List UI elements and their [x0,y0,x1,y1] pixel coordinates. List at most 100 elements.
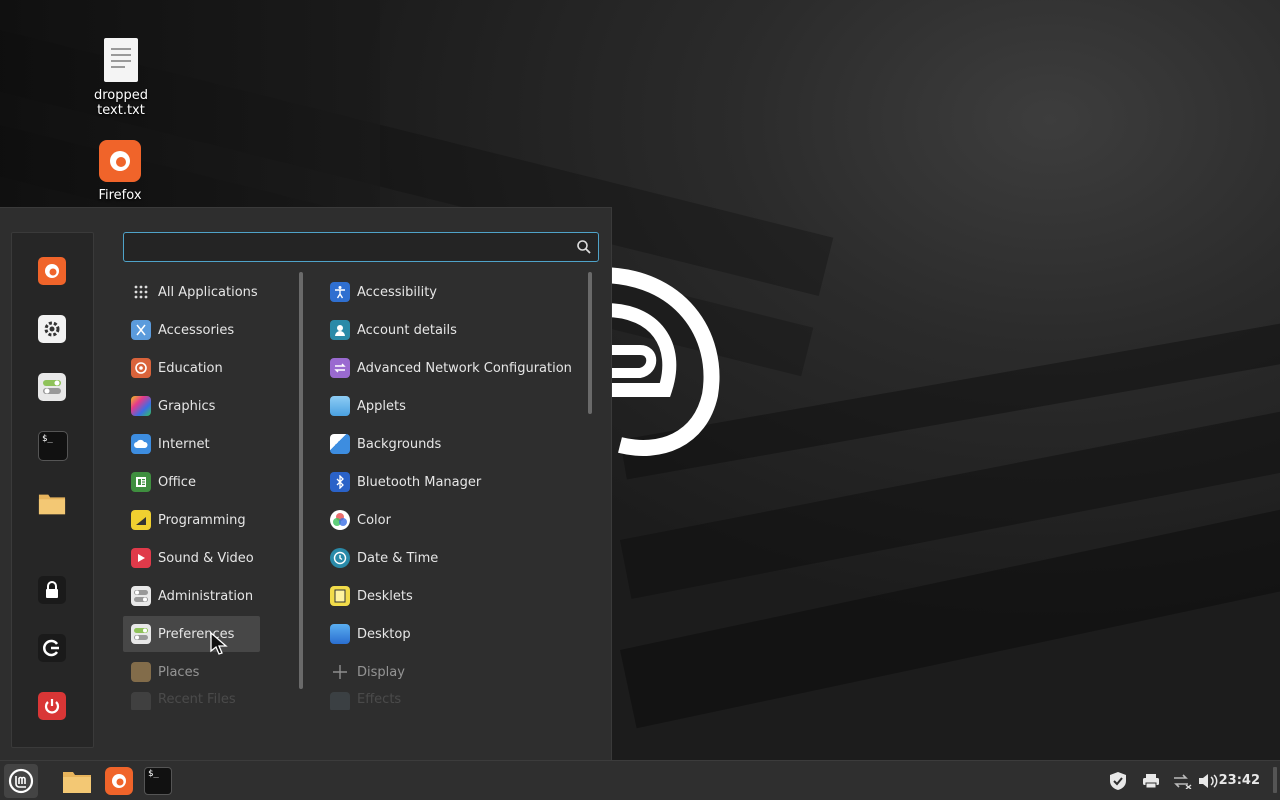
printer-icon [1143,774,1159,789]
logout-button[interactable] [38,634,66,662]
desktop-icon-firefox[interactable]: Firefox [70,140,170,203]
app-accessibility[interactable]: Accessibility [322,274,582,310]
app-display[interactable]: Display [322,654,582,690]
folder-icon [131,692,151,710]
category-programming[interactable]: Programming [123,502,260,538]
terminal-icon: $_ [144,767,172,795]
folder-icon [38,494,66,515]
logout-icon [43,639,59,657]
network-tray[interactable] [1172,771,1192,791]
color-icon [330,510,350,530]
desktop-icon-text-file[interactable]: dropped text.txt [71,38,171,118]
category-places[interactable]: Places [123,654,260,690]
search-icon[interactable] [576,239,592,255]
favorite-files[interactable] [38,489,66,517]
category-label: All Applications [158,284,258,300]
bluetooth-icon [330,472,350,492]
app-date-time[interactable]: Date & Time [322,540,582,576]
category-internet[interactable]: Internet [123,426,260,462]
clock-icon [330,548,350,568]
favorite-system-settings[interactable] [38,315,66,343]
scissors-icon [131,320,151,340]
cloud-icon [131,434,151,454]
network-icon [330,358,350,378]
favorite-terminal[interactable]: $_ [38,431,68,461]
category-office[interactable]: Office [123,464,260,500]
menu-search-box [123,232,599,262]
desktop-icon-label: dropped text.txt [93,88,149,118]
preferences-icon [131,624,151,644]
taskbar-firefox[interactable] [104,766,134,796]
app-bluetooth-manager[interactable]: Bluetooth Manager [322,464,582,500]
lock-screen-button[interactable] [38,576,66,604]
shield-check-icon [1110,772,1126,790]
taskbar-files[interactable] [62,766,92,796]
category-accessories[interactable]: Accessories [123,312,260,348]
firefox-icon [99,140,141,182]
app-label: Effects [357,692,402,707]
category-education[interactable]: Education [123,350,260,386]
linux-mint-icon [8,768,34,794]
terminal-icon: $_ [42,434,53,444]
desktop-icon [330,624,350,644]
category-label: Places [158,664,200,680]
category-recent-files[interactable]: Recent Files [123,692,260,710]
update-manager-tray[interactable] [1108,771,1128,791]
education-icon [131,358,151,378]
text-file-icon [104,38,138,82]
favorite-firefox[interactable] [38,257,66,285]
app-label: Applets [357,398,406,414]
category-preferences[interactable]: Preferences [123,616,260,652]
category-label: Administration [158,588,254,604]
app-applets[interactable]: Applets [322,388,582,424]
mouse-pointer [210,632,228,655]
category-label: Sound & Video [158,550,254,566]
administration-icon [131,586,151,606]
desktop-icon-label: Firefox [98,188,142,203]
graphics-icon [131,396,151,416]
app-label: Accessibility [357,284,437,300]
favorites-sidebar: $_ [11,232,94,748]
volume-icon [1199,774,1218,788]
categories-scrollbar[interactable] [299,272,303,689]
taskbar: $_ 23:42 [0,760,1280,800]
clock[interactable]: 23:42 [1219,773,1260,788]
backgrounds-icon [330,434,350,454]
menu-button[interactable] [4,764,38,798]
display-icon [330,662,350,682]
volume-tray[interactable] [1198,771,1218,791]
power-off-button[interactable] [38,692,66,720]
category-administration[interactable]: Administration [123,578,260,614]
app-desklets[interactable]: Desklets [322,578,582,614]
category-graphics[interactable]: Graphics [123,388,260,424]
category-label: Recent Files [158,692,236,707]
search-input[interactable] [132,237,576,259]
app-backgrounds[interactable]: Backgrounds [322,426,582,462]
app-label: Account details [357,322,457,338]
office-icon [131,472,151,492]
category-label: Graphics [158,398,216,414]
app-label: Color [357,512,391,528]
taskbar-terminal[interactable]: $_ [143,766,173,796]
show-desktop-button[interactable] [1273,767,1277,793]
app-label: Date & Time [357,550,439,566]
app-account-details[interactable]: Account details [322,312,582,348]
play-icon [131,548,151,568]
category-label: Accessories [158,322,235,338]
category-all-applications[interactable]: All Applications [123,274,260,310]
app-color[interactable]: Color [322,502,582,538]
user-icon [330,320,350,340]
folder-icon [63,772,91,793]
apps-scrollbar[interactable] [588,272,592,414]
app-desktop[interactable]: Desktop [322,616,582,652]
folder-icon [131,662,151,682]
app-label: Bluetooth Manager [357,474,482,490]
category-sound-video[interactable]: Sound & Video [123,540,260,576]
app-effects[interactable]: Effects [322,692,582,710]
desklets-icon [330,586,350,606]
app-advanced-network-configuration[interactable]: Advanced Network Configuration [322,350,582,386]
toggles-icon [43,380,61,394]
favorite-control-panel[interactable] [38,373,66,401]
printer-tray[interactable] [1141,771,1161,791]
app-label: Desklets [357,588,413,604]
